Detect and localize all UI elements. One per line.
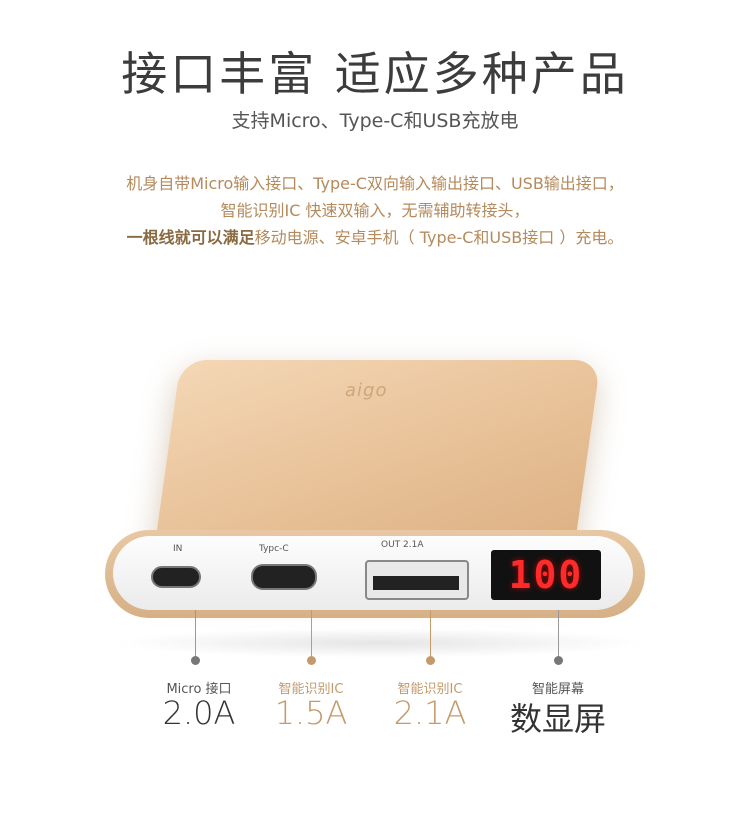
description-highlight: 一根线就可以满足 (126, 228, 255, 247)
port-panel: IN Typc-C OUT 2.1A 100 (113, 536, 633, 610)
digital-display: 100 (491, 550, 601, 600)
description: 机身自带Micro输入接口、Type-C双向输入输出接口、USB输出接口， 智能… (0, 170, 750, 251)
callout-value-usb: 2.1A (393, 694, 467, 732)
description-line-3-rest: 移动电源、安卓手机（ Type-C和USB接口 ）充电。 (254, 228, 624, 247)
callout-dot-screen (554, 656, 563, 665)
callout-line-usb (430, 610, 431, 660)
callout-line-typec (311, 610, 312, 660)
description-line-3: 一根线就可以满足移动电源、安卓手机（ Type-C和USB接口 ）充电。 (0, 224, 750, 251)
usb-a-port (365, 560, 469, 600)
power-bank-port-face: IN Typc-C OUT 2.1A 100 (105, 530, 645, 618)
typec-port (251, 564, 317, 590)
page-title: 接口丰富 适应多种产品 (121, 47, 629, 101)
device-shadow (110, 628, 650, 658)
callout-dot-typec (307, 656, 316, 665)
callout-dot-usb (426, 656, 435, 665)
brand-logo: aigo (345, 380, 388, 401)
callout-value-screen: 数显屏 (509, 700, 606, 738)
description-line-1: 机身自带Micro输入接口、Type-C双向输入输出接口、USB输出接口， (126, 174, 624, 193)
page-subtitle: 支持Micro、Type-C和USB充放电 (231, 110, 519, 132)
callout-line-screen (558, 610, 559, 660)
micro-usb-port (151, 566, 201, 588)
power-bank-image: aigo IN Typc-C OUT 2.1A 100 (105, 360, 645, 625)
description-line-2: 智能识别IC 快速双输入，无需辅助转接头， (220, 201, 530, 220)
typec-port-label: Typc-C (259, 544, 289, 554)
in-port-label: IN (173, 544, 183, 554)
usb-slot (373, 576, 459, 590)
usb-port-label: OUT 2.1A (381, 540, 424, 550)
callout-dot-micro (191, 656, 200, 665)
callout-line-micro (195, 610, 196, 660)
